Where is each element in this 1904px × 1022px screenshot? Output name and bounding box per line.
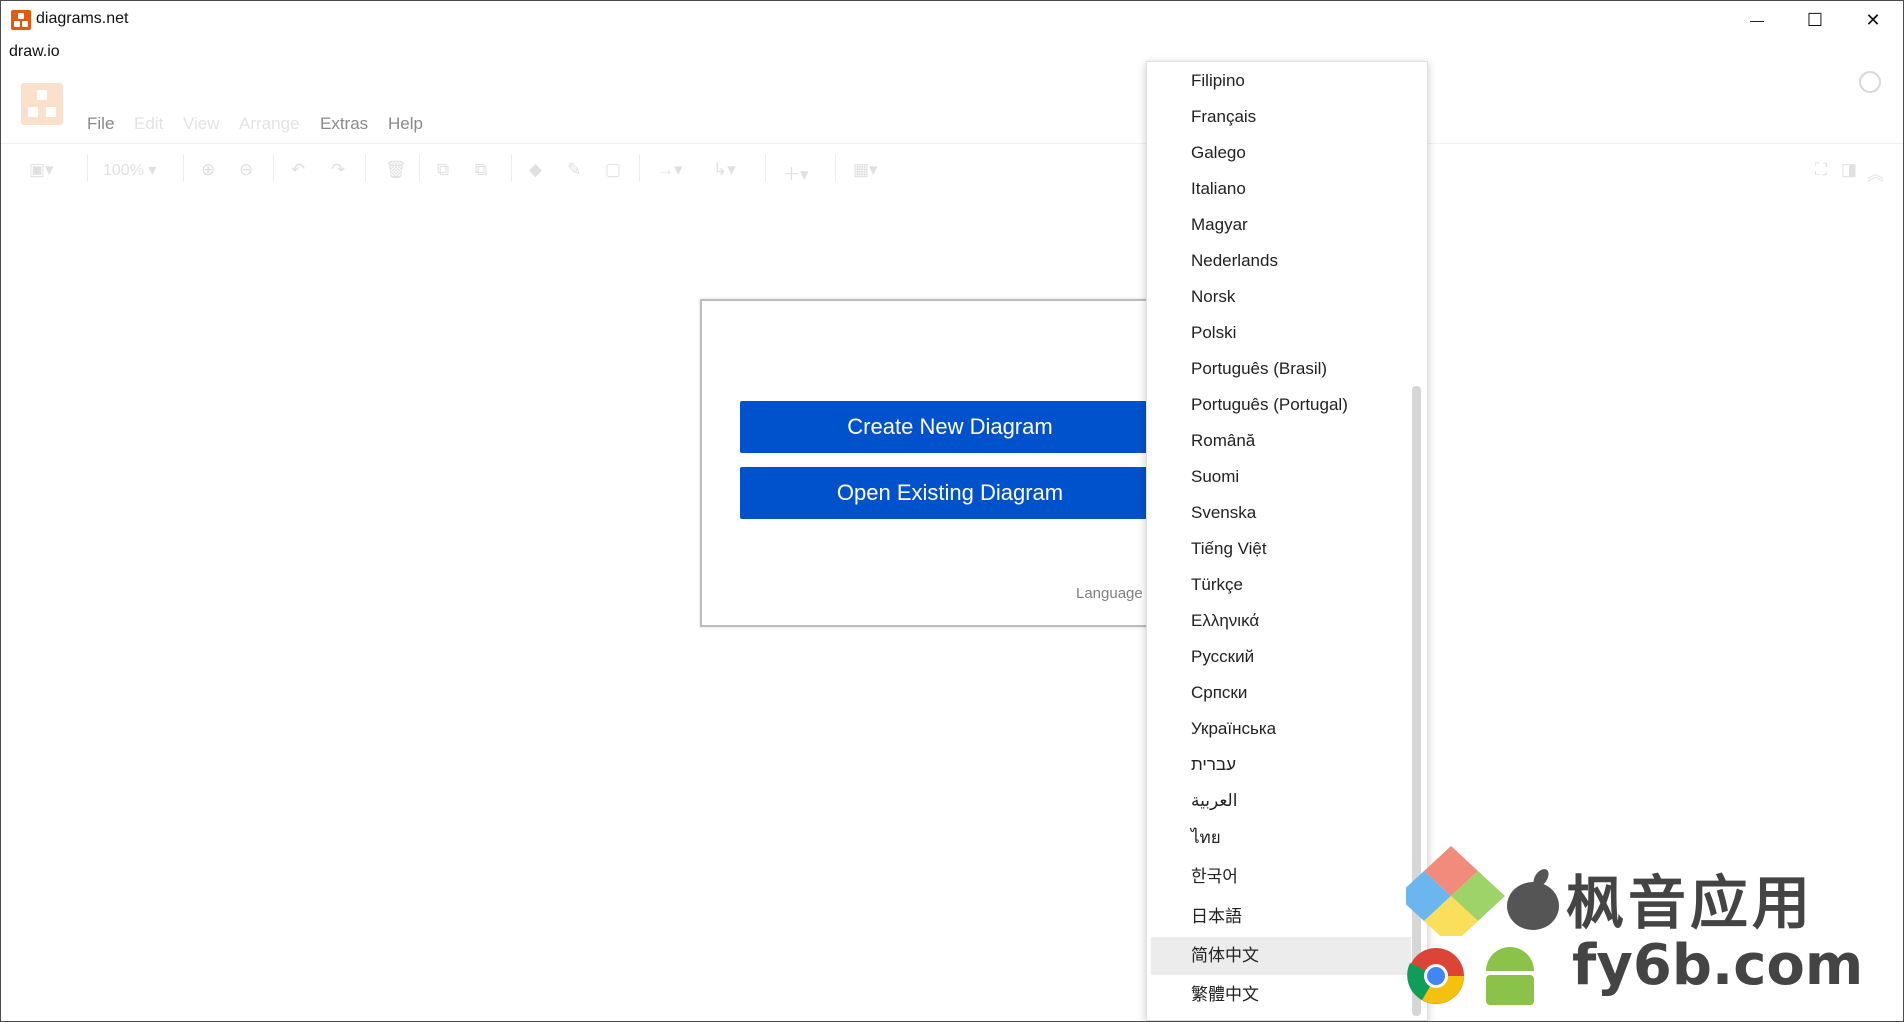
zoom-select[interactable]: 100% ▾: [103, 160, 156, 180]
drawio-app-icon: [11, 10, 31, 30]
language-option[interactable]: Magyar: [1151, 206, 1411, 244]
language-option[interactable]: Galego: [1151, 134, 1411, 172]
language-option-selected[interactable]: 简体中文: [1151, 937, 1411, 975]
waypoints-icon[interactable]: ↳▾: [713, 160, 736, 180]
language-option[interactable]: Français: [1151, 98, 1411, 136]
language-dropdown: Filipino Français Galego Italiano Magyar…: [1146, 61, 1428, 1021]
language-globe-icon[interactable]: [1859, 71, 1881, 93]
apple-logo: [1507, 869, 1559, 930]
drawio-logo: [21, 83, 63, 125]
connection-icon[interactable]: →▾: [657, 160, 683, 180]
maximize-button[interactable]: ☐: [1786, 1, 1844, 39]
redo-icon[interactable]: ↷: [331, 160, 345, 180]
menu-edit[interactable]: Edit: [134, 114, 163, 134]
menu-arrange[interactable]: Arrange: [239, 114, 299, 134]
language-option[interactable]: Српски: [1151, 674, 1411, 712]
language-option[interactable]: Română: [1151, 422, 1411, 460]
delete-icon[interactable]: 🗑: [385, 160, 407, 180]
language-option[interactable]: ไทย: [1151, 819, 1411, 857]
menu-extras[interactable]: Extras: [320, 114, 368, 134]
language-option[interactable]: Ελληνικά: [1151, 602, 1411, 640]
window-title: diagrams.net: [36, 10, 129, 27]
to-back-icon[interactable]: ⧉: [475, 160, 487, 180]
language-option[interactable]: Polski: [1151, 314, 1411, 352]
format-panel-icon[interactable]: ▣▾: [29, 160, 54, 180]
toolbar: ▣▾ 100% ▾ ⊕ ⊖ ↶ ↷ 🗑 ⧉ ⧉ ◆ ✎ ▢ →▾ ↳▾ ＋▾ ▦…: [1, 143, 1903, 195]
open-existing-diagram-button[interactable]: Open Existing Diagram: [740, 467, 1160, 519]
close-button[interactable]: ✕: [1844, 1, 1902, 39]
undo-icon[interactable]: ↶: [291, 160, 305, 180]
language-option[interactable]: Italiano: [1151, 170, 1411, 208]
collapse-icon[interactable]: ︽: [1867, 160, 1884, 185]
create-new-diagram-button[interactable]: Create New Diagram: [740, 401, 1160, 453]
menu-view[interactable]: View: [183, 114, 220, 134]
zoom-in-icon[interactable]: ⊕: [201, 160, 215, 180]
zoom-out-icon[interactable]: ⊖: [239, 160, 253, 180]
watermark-title: 枫音应用: [1566, 869, 1815, 937]
language-option[interactable]: Svenska: [1151, 494, 1411, 532]
title-bar: diagrams.net — ☐ ✕: [1, 1, 1903, 39]
insert-icon[interactable]: ＋▾: [783, 160, 809, 185]
language-option[interactable]: العربية: [1151, 782, 1411, 820]
menu-help[interactable]: Help: [388, 114, 423, 134]
close-icon: ✕: [1865, 9, 1881, 30]
language-option[interactable]: 한국어: [1151, 858, 1411, 896]
language-option[interactable]: Türkçe: [1151, 566, 1411, 604]
window-subtitle: draw.io: [9, 43, 60, 60]
language-option[interactable]: Русский: [1151, 638, 1411, 676]
language-option[interactable]: Українська: [1151, 710, 1411, 748]
language-option[interactable]: Português (Brasil): [1151, 350, 1411, 388]
language-link[interactable]: Language: [1076, 585, 1143, 602]
watermark-domain: fy6b.com: [1572, 933, 1864, 998]
splash-dialog: Create New Diagram Open Existing Diagram…: [700, 299, 1220, 627]
menu-bar: File Edit View Arrange Extras Help: [1, 63, 1903, 143]
maximize-icon: ☐: [1806, 9, 1824, 30]
table-icon[interactable]: ▦▾: [853, 160, 878, 180]
fill-color-icon[interactable]: ◆: [529, 160, 542, 180]
fullscreen-icon[interactable]: ⛶: [1815, 160, 1827, 180]
language-option[interactable]: Filipino: [1151, 62, 1411, 100]
to-front-icon[interactable]: ⧉: [437, 160, 449, 180]
minimize-icon: —: [1750, 12, 1764, 28]
language-option[interactable]: Português (Portugal): [1151, 386, 1411, 424]
language-option[interactable]: Norsk: [1151, 278, 1411, 316]
language-option[interactable]: עברית: [1151, 746, 1411, 784]
language-option[interactable]: Tiếng Việt: [1151, 530, 1411, 568]
watermark: 枫音应用 fy6b.com: [1406, 841, 1876, 1021]
language-option[interactable]: 繁體中文: [1151, 976, 1411, 1014]
app-window: diagrams.net — ☐ ✕ draw.io File Edit Vie…: [0, 0, 1904, 1022]
minimize-button[interactable]: —: [1728, 1, 1786, 39]
format-toggle-icon[interactable]: ◨: [1841, 160, 1857, 180]
language-option[interactable]: Nederlands: [1151, 242, 1411, 280]
line-color-icon[interactable]: ✎: [567, 160, 581, 180]
language-option[interactable]: Suomi: [1151, 458, 1411, 496]
zoom-value: 100%: [103, 162, 144, 179]
shadow-icon[interactable]: ▢: [605, 160, 621, 180]
menu-file[interactable]: File: [87, 114, 114, 134]
language-option[interactable]: 日本語: [1151, 898, 1411, 936]
android-logo: [1486, 947, 1534, 1005]
chrome-logo: [1407, 948, 1464, 1004]
